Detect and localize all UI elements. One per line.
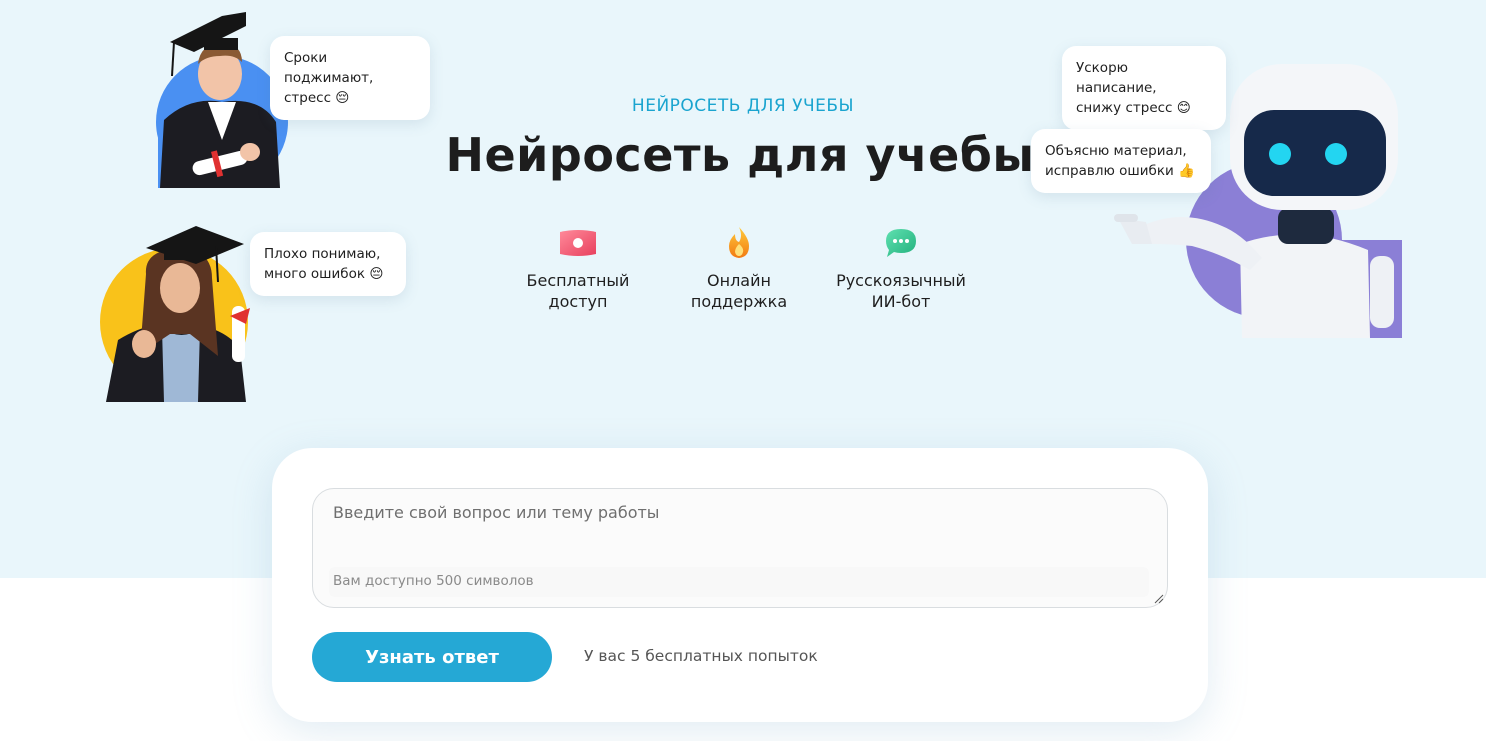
feature-online-support: Онлайн поддержка [654,226,824,312]
feature-free-access: Бесплатный доступ [493,226,663,312]
bubble-text-line: Сроки поджимают, [284,50,374,86]
bubble-text-line: Плохо понимаю, [264,246,381,262]
feature-label-line: доступ [548,292,608,311]
feature-label: Русскоязычный ИИ-бот [816,270,986,312]
student-bottom-speech-bubble: Плохо понимаю, много ошибок 😔 [250,232,406,296]
question-card: Вам доступно 500 символов Узнать ответ У… [272,448,1208,722]
feature-label-line: поддержка [690,292,788,311]
feature-label-line: Русскоязычный [836,271,966,290]
get-answer-button[interactable]: Узнать ответ [312,632,552,682]
characters-remaining-note: Вам доступно 500 символов [329,567,1149,597]
attempts-remaining-text: У вас 5 бесплатных попыток [584,647,818,665]
feature-label-line: Онлайн [707,271,771,290]
student-female-graduate-image [100,224,270,402]
page-eyebrow: НЕЙРОСЕТЬ ДЛЯ УЧЕБЫ [631,96,855,116]
resize-handle-icon[interactable] [1154,594,1164,604]
robot-top-speech-bubble: Ускорю написание, снижу стресс 😊 [1062,46,1226,130]
feature-label-line: ИИ-бот [871,292,931,311]
feature-label-line: Бесплатный [526,271,630,290]
chat-bubble-icon [886,229,916,257]
page-title: Нейросеть для учебы [445,128,1035,182]
feature-label: Бесплатный доступ [493,270,663,312]
feature-russian-ai-bot: Русскоязычный ИИ-бот [816,226,986,312]
banknote-icon [560,230,596,256]
feature-label: Онлайн поддержка [654,270,824,312]
bubble-text-line: много ошибок 😔 [264,266,384,282]
bubble-text-line: Ускорю написание, [1076,60,1157,96]
flame-icon [729,227,749,258]
question-box: Вам доступно 500 символов [312,488,1168,608]
question-input[interactable] [313,489,1167,561]
